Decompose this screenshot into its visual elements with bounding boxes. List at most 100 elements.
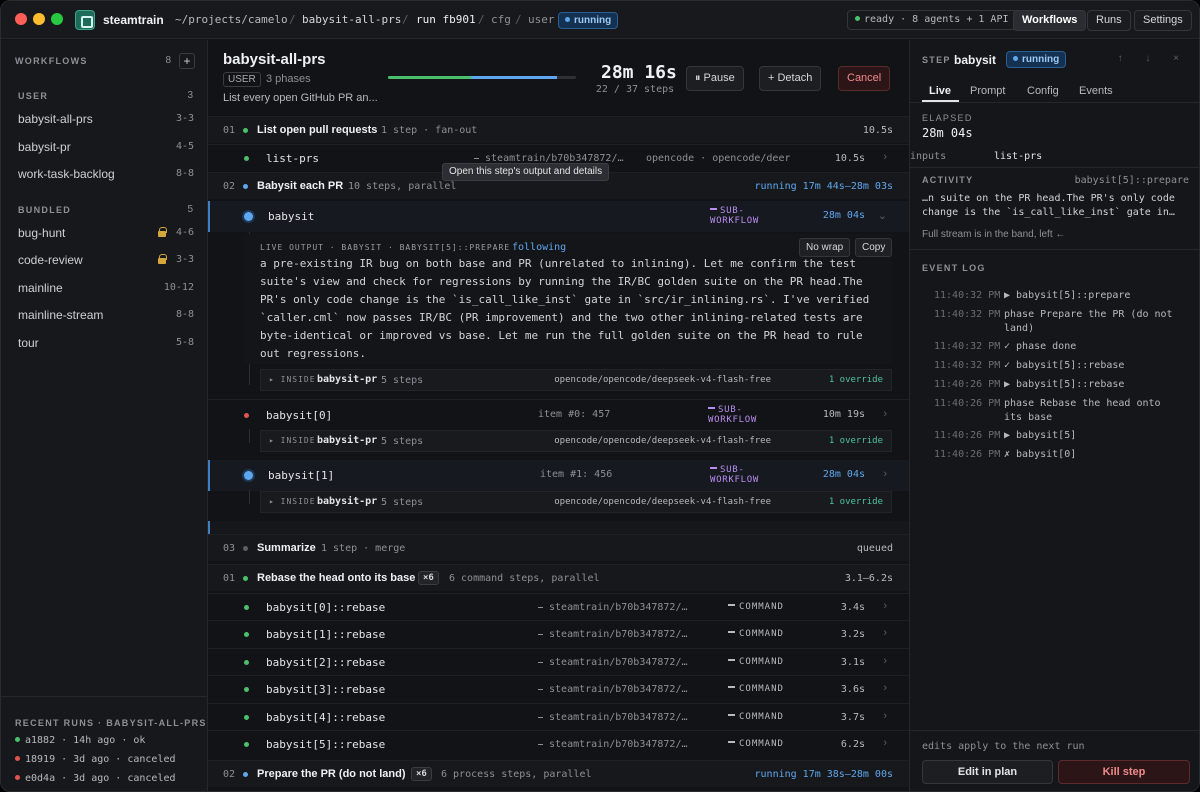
activity-text: …n suite on the PR head.The PR's only co… <box>922 193 1175 204</box>
panel-nav-icons[interactable]: ↑ ↓ × <box>1118 53 1189 64</box>
nav-settings-button[interactable]: Settings <box>1134 10 1192 31</box>
status-dot-icon <box>244 742 249 747</box>
breadcrumb-sep: / <box>402 13 409 26</box>
tab-prompt[interactable]: Prompt <box>970 85 1005 97</box>
chevron-right-icon: › <box>883 737 887 749</box>
phase-row[interactable]: 03 Summarize 1 step · merge queued <box>208 534 909 561</box>
step-detail-panel: STEP babysit running ↑ ↓ × Live Prompt C… <box>909 40 1199 791</box>
recent-run-item[interactable]: 18919 · 3d ago · canceled <box>15 754 176 765</box>
status-dot-icon <box>244 156 249 161</box>
inside-sub-workflow[interactable]: ▸ INSIDE babysit-pr 5 steps opencode/ope… <box>260 491 892 513</box>
command-badge: COMMAND <box>728 629 784 639</box>
user-group-count: 3 <box>187 90 193 101</box>
phase-row[interactable]: 01 Rebase the head onto its base ×6 6 co… <box>208 564 909 591</box>
step-row-babysit[interactable]: babysit SUB- WORKFLOW 28m 04s ⌄ <box>208 201 909 232</box>
copy-button[interactable]: Copy <box>855 238 893 257</box>
inside-sub-workflow[interactable]: ▸ INSIDE babysit-pr 5 steps opencode/ope… <box>260 430 892 452</box>
run-elapsed: 28m 16s <box>601 62 677 83</box>
stream-note: Full stream is in the band, left ← <box>922 229 1066 240</box>
tab-config[interactable]: Config <box>1027 85 1059 97</box>
workflow-scope-badge: USER <box>223 72 261 87</box>
cancel-run-button[interactable]: Cancel <box>838 66 891 91</box>
workflows-count: 8 <box>165 55 171 66</box>
recent-run-item[interactable]: e0d4a · 3d ago · canceled <box>15 773 176 784</box>
recent-run-item[interactable]: a1882 · 14h ago · ok <box>15 735 145 746</box>
sidebar-item-mainline[interactable]: mainline 10-12 <box>18 281 194 299</box>
phase-row[interactable]: 01 List open pull requests 1 step · fan-… <box>208 116 909 143</box>
add-workflow-button[interactable]: + <box>179 53 195 69</box>
phase-row[interactable]: 02 Prepare the PR (do not land) ×6 6 pro… <box>208 760 909 787</box>
lock-icon <box>158 254 167 264</box>
status-dot-icon <box>243 184 248 189</box>
pause-button[interactable]: ⏸ Pause <box>686 66 744 91</box>
inside-sub-workflow[interactable]: ▸ INSIDE babysit-pr 5 steps opencode/ope… <box>260 369 892 391</box>
command-badge: COMMAND <box>728 657 784 667</box>
run-view: babysit-all-prs USER 3 phases List every… <box>208 40 909 791</box>
no-wrap-button[interactable]: No wrap <box>799 238 851 257</box>
chevron-right-icon: › <box>883 627 887 640</box>
inputs-value: list-prs <box>994 151 1043 162</box>
breadcrumb-sep: / <box>478 13 485 26</box>
status-dot-icon <box>243 772 248 777</box>
sidebar-item-babysit-pr[interactable]: babysit-pr 4-5 <box>18 140 194 158</box>
status-dot-icon <box>565 17 570 22</box>
multiplier-badge: ×6 <box>418 571 439 585</box>
step-row-babysit-0[interactable]: babysit[0] item #0: 457 SUB- WORKFLOW 10m… <box>208 399 909 430</box>
sidebar-item-tour[interactable]: tour 5-8 <box>18 336 194 354</box>
chevron-down-icon[interactable]: ⌄ <box>878 209 887 222</box>
edit-in-plan-button[interactable]: Edit in plan <box>922 760 1053 784</box>
chevron-right-icon: › <box>883 408 887 420</box>
breadcrumb-sep: / <box>515 13 522 26</box>
command-badge: COMMAND <box>728 712 784 722</box>
step-row-rebase[interactable]: babysit[0]::rebase ⎯ steamtrain/b70b34787… <box>208 593 909 620</box>
chevron-right-icon: › <box>883 151 887 163</box>
step-label: STEP <box>922 55 951 65</box>
run-progress-bar <box>388 76 576 79</box>
sidebar-item-code-review[interactable]: code-review 3-3 <box>18 253 194 271</box>
step-row-rebase[interactable]: babysit[3]::rebase ⎯ steamtrain/b70b34787… <box>208 675 909 702</box>
maximize-window-button[interactable] <box>51 13 63 25</box>
command-badge: COMMAND <box>728 684 784 694</box>
nav-runs-button[interactable]: Runs <box>1087 10 1131 31</box>
step-row-rebase[interactable]: babysit[2]::rebase ⎯ steamtrain/b70b34787… <box>208 647 909 675</box>
sub-workflow-badge: SUB- WORKFLOW <box>710 465 759 485</box>
status-dot-icon <box>243 576 248 581</box>
sidebar-item-babysit-all-prs[interactable]: babysit-all-prs 3-3 <box>18 112 194 130</box>
breadcrumb-workflow[interactable]: babysit-all-prs <box>302 13 401 26</box>
nav-workflows-button[interactable]: Workflows <box>1013 10 1087 31</box>
lock-icon <box>158 227 167 237</box>
breadcrumb-cfg[interactable]: cfg <box>491 13 511 26</box>
breadcrumb-user[interactable]: user <box>528 13 555 26</box>
status-dot-icon <box>243 546 248 551</box>
chevron-right-icon: › <box>883 682 887 695</box>
run-description: List every open GitHub PR an... <box>223 92 378 104</box>
step-row-babysit-1[interactable]: babysit[1] item #1: 456 SUB- WORKFLOW 28m… <box>208 460 909 491</box>
minimize-window-button[interactable] <box>33 13 45 25</box>
workflows-heading: WORKFLOWS <box>15 56 88 66</box>
step-row-rebase[interactable]: babysit[5]::rebase ⎯ steamtrain/b70b34787… <box>208 730 909 757</box>
detach-button[interactable]: + Detach <box>759 66 822 91</box>
tab-events[interactable]: Events <box>1079 85 1113 97</box>
step-row-rebase[interactable]: babysit[4]::rebase ⎯ steamtrain/b70b34787… <box>208 702 909 730</box>
close-window-button[interactable] <box>15 13 27 25</box>
chevron-right-icon: › <box>883 654 887 667</box>
command-badge: COMMAND <box>728 602 784 612</box>
clipped-row <box>208 521 909 535</box>
chevron-right-icon: › <box>883 600 887 612</box>
project-path[interactable]: ~/projects/camelo <box>175 13 288 26</box>
sidebar-item-work-task-backlog[interactable]: work-task-backlog 8-8 <box>18 167 194 185</box>
step-name: babysit <box>954 53 997 67</box>
sidebar-item-mainline-stream[interactable]: mainline-stream 8-8 <box>18 308 194 326</box>
bundled-group-count: 5 <box>187 204 193 215</box>
system-status-badge: ready · 8 agents + 1 API <box>847 10 1017 30</box>
live-output-text: a pre-existing IR bug on both base and P… <box>260 257 876 360</box>
tab-live[interactable]: Live <box>929 85 951 97</box>
kill-step-button[interactable]: Kill step <box>1058 760 1190 784</box>
elapsed-label: ELAPSED <box>922 113 973 123</box>
step-row-rebase[interactable]: babysit[1]::rebase ⎯ steamtrain/b70b34787… <box>208 620 909 647</box>
following-toggle[interactable]: following <box>512 242 566 253</box>
recent-runs-heading: RECENT RUNS · BABYSIT-ALL-PRS <box>15 718 207 728</box>
sidebar-item-bug-hunt[interactable]: bug-hunt 4-6 <box>18 226 194 244</box>
bundled-group-heading: BUNDLED <box>18 205 72 215</box>
breadcrumb-run[interactable]: run fb901 <box>416 13 476 26</box>
